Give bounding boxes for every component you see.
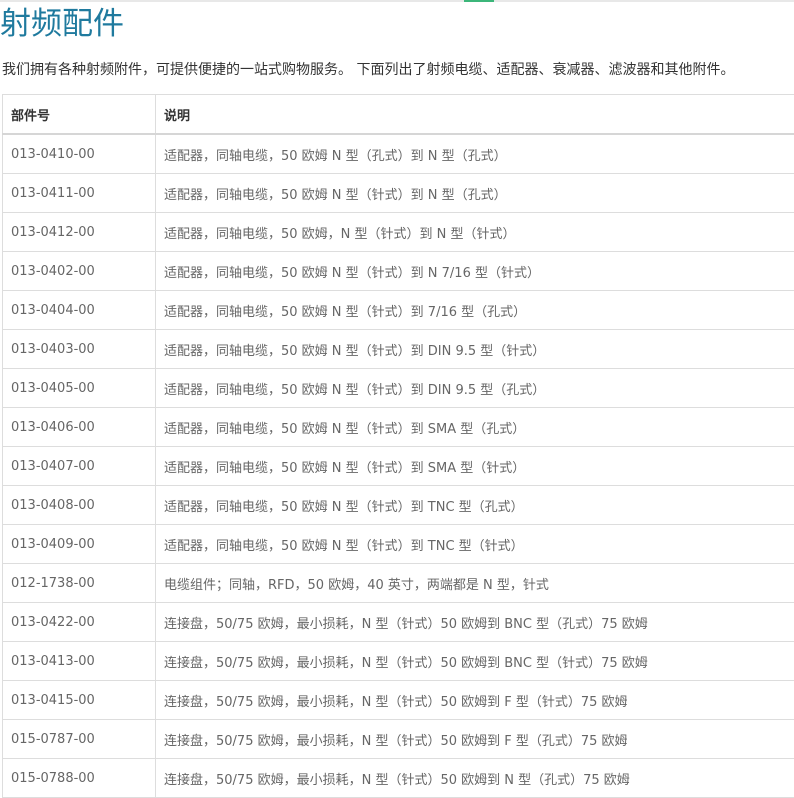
description-cell: 电缆组件；同轴，RFD，50 欧姆，40 英寸，两端都是 N 型，针式: [155, 563, 794, 603]
part-number-cell: 013-0422-00: [2, 602, 156, 642]
table-row: 013-0415-00 连接盘，50/75 欧姆，最小损耗，N 型（针式）50 欧…: [2, 680, 794, 720]
table-row: 013-0408-00 适配器，同轴电缆，50 欧姆 N 型（针式）到 TNC 型…: [2, 485, 794, 525]
description-cell: 连接盘，50/75 欧姆，最小损耗，N 型（针式）50 欧姆到 BNC 型（针式…: [155, 641, 794, 681]
description-cell: 适配器，同轴电缆，50 欧姆 N 型（针式）到 TNC 型（孔式）: [155, 485, 794, 525]
part-number-cell: 013-0412-00: [2, 212, 156, 252]
table-row: 013-0410-00 适配器，同轴电缆，50 欧姆 N 型（孔式）到 N 型（孔…: [2, 133, 794, 174]
part-number-cell: 013-0415-00: [2, 680, 156, 720]
description-cell: 适配器，同轴电缆，50 欧姆 N 型（针式）到 SMA 型（针式）: [155, 446, 794, 486]
table-row: 013-0403-00 适配器，同轴电缆，50 欧姆 N 型（针式）到 DIN 9…: [2, 329, 794, 369]
part-number-cell: 013-0413-00: [2, 641, 156, 681]
table-header-row: 部件号 说明: [2, 94, 794, 135]
description-cell: 适配器，同轴电缆，50 欧姆 N 型（针式）到 7/16 型（孔式）: [155, 290, 794, 330]
description-cell: 连接盘，50/75 欧姆，最小损耗，N 型（针式）50 欧姆到 BNC 型（孔式…: [155, 602, 794, 642]
part-number-cell: 013-0406-00: [2, 407, 156, 447]
description-cell: 适配器，同轴电缆，50 欧姆 N 型（孔式）到 N 型（孔式）: [155, 133, 794, 174]
table-row: 015-0788-00 连接盘，50/75 欧姆，最小损耗，N 型（针式）50 欧…: [2, 758, 794, 798]
active-tab-indicator: [464, 0, 494, 2]
description-cell: 连接盘，50/75 欧姆，最小损耗，N 型（针式）50 欧姆到 F 型（孔式）7…: [155, 719, 794, 759]
part-number-cell: 015-0788-00: [2, 758, 156, 798]
table-row: 013-0413-00 连接盘，50/75 欧姆，最小损耗，N 型（针式）50 欧…: [2, 641, 794, 681]
description-cell: 适配器，同轴电缆，50 欧姆 N 型（针式）到 SMA 型（孔式）: [155, 407, 794, 447]
part-number-cell: 013-0404-00: [2, 290, 156, 330]
description-cell: 适配器，同轴电缆，50 欧姆 N 型（针式）到 DIN 9.5 型（孔式）: [155, 368, 794, 408]
accessories-table: 部件号 说明 013-0410-00 适配器，同轴电缆，50 欧姆 N 型（孔式）…: [2, 94, 794, 798]
intro-text: 我们拥有各种射频附件，可提供便捷的一站式购物服务。 下面列出了射频电缆、适配器、…: [2, 62, 735, 78]
part-number-cell: 013-0402-00: [2, 251, 156, 291]
table-row: 013-0404-00 适配器，同轴电缆，50 欧姆 N 型（针式）到 7/16 …: [2, 290, 794, 330]
table-body: 013-0410-00 适配器，同轴电缆，50 欧姆 N 型（孔式）到 N 型（孔…: [2, 133, 794, 798]
description-cell: 适配器，同轴电缆，50 欧姆 N 型（针式）到 N 型（孔式）: [155, 173, 794, 213]
part-number-cell: 012-1738-00: [2, 563, 156, 603]
description-cell: 连接盘，50/75 欧姆，最小损耗，N 型（针式）50 欧姆到 N 型（孔式）7…: [155, 758, 794, 798]
part-number-cell: 013-0409-00: [2, 524, 156, 564]
part-number-cell: 015-0787-00: [2, 719, 156, 759]
description-cell: 连接盘，50/75 欧姆，最小损耗，N 型（针式）50 欧姆到 F 型（针式）7…: [155, 680, 794, 720]
column-header-description: 说明: [155, 94, 794, 135]
part-number-cell: 013-0405-00: [2, 368, 156, 408]
description-cell: 适配器，同轴电缆，50 欧姆 N 型（针式）到 DIN 9.5 型（针式）: [155, 329, 794, 369]
page-title: 射频配件: [0, 6, 124, 42]
description-cell: 适配器，同轴电缆，50 欧姆 N 型（针式）到 TNC 型（针式）: [155, 524, 794, 564]
table-row: 013-0407-00 适配器，同轴电缆，50 欧姆 N 型（针式）到 SMA 型…: [2, 446, 794, 486]
table-row: 012-1738-00 电缆组件；同轴，RFD，50 欧姆，40 英寸，两端都是 …: [2, 563, 794, 603]
table-row: 013-0405-00 适配器，同轴电缆，50 欧姆 N 型（针式）到 DIN 9…: [2, 368, 794, 408]
part-number-cell: 013-0407-00: [2, 446, 156, 486]
table-row: 013-0402-00 适配器，同轴电缆，50 欧姆 N 型（针式）到 N 7/1…: [2, 251, 794, 291]
description-cell: 适配器，同轴电缆，50 欧姆 N 型（针式）到 N 7/16 型（针式）: [155, 251, 794, 291]
part-number-cell: 013-0410-00: [2, 133, 156, 174]
table-row: 013-0422-00 连接盘，50/75 欧姆，最小损耗，N 型（针式）50 欧…: [2, 602, 794, 642]
table-row: 013-0411-00 适配器，同轴电缆，50 欧姆 N 型（针式）到 N 型（孔…: [2, 173, 794, 213]
table-row: 013-0406-00 适配器，同轴电缆，50 欧姆 N 型（针式）到 SMA 型…: [2, 407, 794, 447]
top-divider: [0, 0, 794, 2]
part-number-cell: 013-0411-00: [2, 173, 156, 213]
part-number-cell: 013-0408-00: [2, 485, 156, 525]
part-number-cell: 013-0403-00: [2, 329, 156, 369]
column-header-part-number: 部件号: [2, 94, 156, 135]
table-row: 015-0787-00 连接盘，50/75 欧姆，最小损耗，N 型（针式）50 欧…: [2, 719, 794, 759]
description-cell: 适配器，同轴电缆，50 欧姆，N 型（针式）到 N 型（针式）: [155, 212, 794, 252]
table-row: 013-0412-00 适配器，同轴电缆，50 欧姆，N 型（针式）到 N 型（针…: [2, 212, 794, 252]
table-row: 013-0409-00 适配器，同轴电缆，50 欧姆 N 型（针式）到 TNC 型…: [2, 524, 794, 564]
